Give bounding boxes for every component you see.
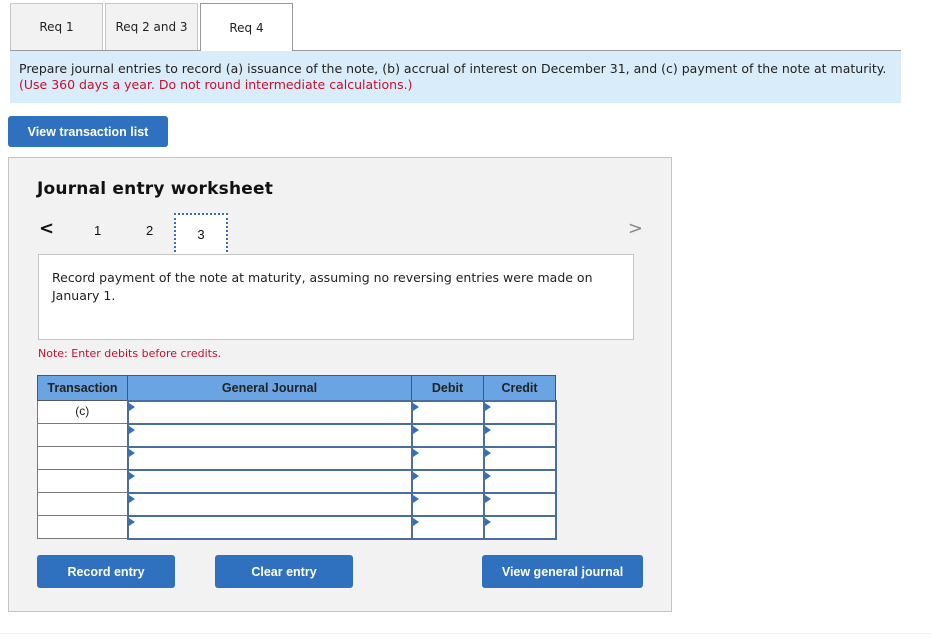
transaction-cell [37, 492, 128, 516]
table-row [37, 491, 557, 517]
instructions-emphasis: (Use 360 days a year. Do not round inter… [19, 77, 413, 92]
debit-input[interactable] [410, 491, 485, 517]
account-input[interactable] [126, 468, 413, 494]
debit-input[interactable] [410, 445, 485, 471]
account-input[interactable] [126, 422, 413, 448]
transaction-cell [37, 423, 128, 447]
header-debit: Debit [411, 375, 484, 401]
credit-input[interactable] [482, 445, 557, 471]
transaction-cell [37, 469, 128, 493]
clear-entry-button[interactable]: Clear entry [215, 555, 353, 588]
credit-input[interactable] [482, 399, 557, 425]
debit-input[interactable] [410, 514, 485, 540]
transaction-cell [37, 515, 128, 539]
debits-note: Note: Enter debits before credits. [38, 347, 222, 360]
journal-entry-worksheet: Journal entry worksheet < 1 2 3 > Record… [8, 157, 672, 612]
instructions-text: Prepare journal entries to record (a) is… [19, 61, 887, 76]
view-transaction-list-button[interactable]: View transaction list [8, 116, 168, 147]
credit-input[interactable] [482, 468, 557, 494]
worksheet-page-3-current[interactable]: 3 [174, 213, 228, 256]
header-transaction: Transaction [37, 375, 128, 401]
debit-input[interactable] [410, 468, 485, 494]
tab-req-1[interactable]: Req 1 [10, 3, 103, 50]
worksheet-page-2[interactable]: 2 [146, 223, 153, 238]
credit-input[interactable] [482, 422, 557, 448]
requirement-tabs: Req 1 Req 2 and 3 Req 4 [10, 3, 901, 51]
debit-input[interactable] [410, 399, 485, 425]
account-input[interactable] [126, 514, 413, 540]
journal-table-header: Transaction General Journal Debit Credit [37, 375, 556, 401]
table-row: (c) [37, 399, 557, 425]
table-row [37, 514, 557, 540]
debit-input[interactable] [410, 422, 485, 448]
credit-input[interactable] [482, 491, 557, 517]
record-entry-button[interactable]: Record entry [37, 555, 175, 588]
account-input[interactable] [126, 491, 413, 517]
entry-description: Record payment of the note at maturity, … [38, 254, 634, 340]
chevron-left-icon[interactable]: < [39, 218, 54, 239]
worksheet-title: Journal entry worksheet [37, 179, 274, 199]
tab-req-2-and-3[interactable]: Req 2 and 3 [105, 3, 198, 50]
view-general-journal-button[interactable]: View general journal [482, 555, 643, 588]
chevron-right-icon[interactable]: > [628, 218, 643, 239]
account-input[interactable] [126, 399, 413, 425]
journal-table: Transaction General Journal Debit Credit… [37, 375, 557, 540]
credit-input[interactable] [482, 514, 557, 540]
divider [0, 633, 932, 634]
account-input[interactable] [126, 445, 413, 471]
tab-req-4[interactable]: Req 4 [200, 3, 293, 51]
transaction-cell: (c) [37, 400, 128, 424]
table-row [37, 445, 557, 471]
table-row [37, 422, 557, 448]
header-general-journal: General Journal [127, 375, 412, 401]
transaction-cell [37, 446, 128, 470]
table-row [37, 468, 557, 494]
instructions-box: Prepare journal entries to record (a) is… [10, 51, 901, 103]
worksheet-page-1[interactable]: 1 [94, 223, 101, 238]
header-credit: Credit [483, 375, 556, 401]
